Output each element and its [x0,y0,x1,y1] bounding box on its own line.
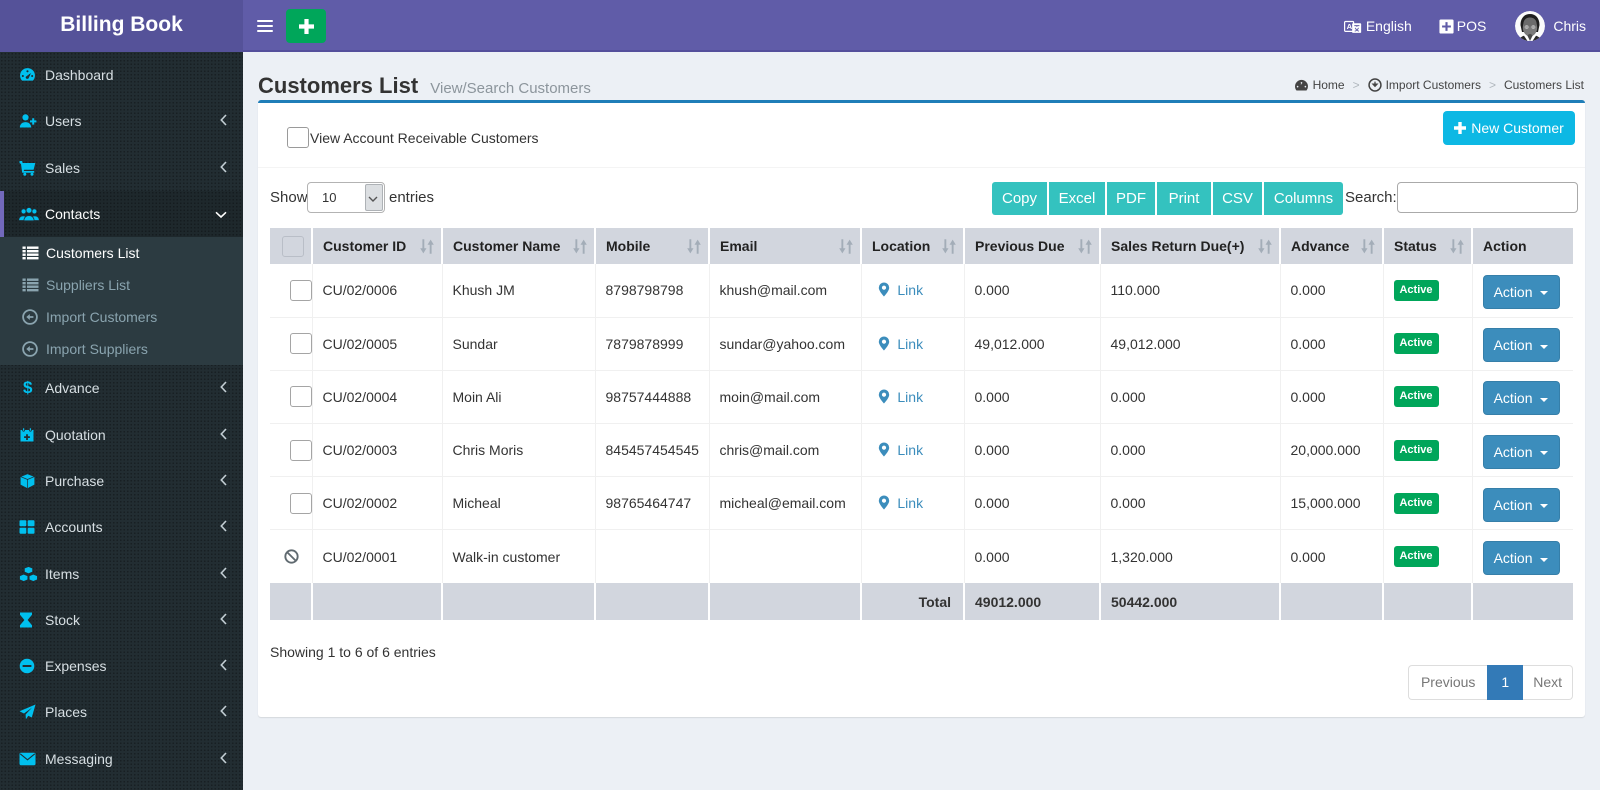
svg-text:A: A [1346,22,1352,31]
